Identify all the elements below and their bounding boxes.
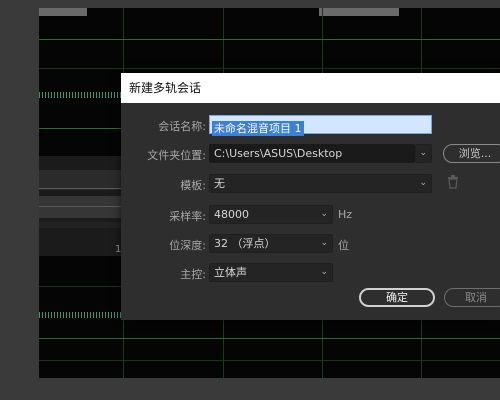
chevron-down-icon: ⌄	[419, 148, 427, 158]
bit-depth-unit: 位	[338, 239, 349, 252]
new-multitrack-session-dialog: 新建多轨会话 会话名称: 未命名混音项目 1 文件夹位置: C:\Users\A…	[121, 73, 500, 320]
bit-depth-label: 位深度:	[169, 239, 206, 252]
sample-rate-unit: Hz	[338, 208, 353, 221]
session-name-label: 会话名称:	[158, 120, 206, 133]
trash-icon[interactable]	[447, 175, 459, 189]
bit-depth-value: 32 （浮点）	[214, 237, 276, 250]
status-bar	[0, 378, 500, 400]
sample-rate-select[interactable]: 48000 ⌄	[209, 205, 333, 224]
template-label: 模板:	[180, 179, 206, 192]
master-label: 主控:	[180, 268, 206, 281]
chevron-down-icon: ⌄	[320, 209, 328, 219]
master-select[interactable]: 立体声 ⌄	[209, 263, 333, 282]
template-value: 无	[214, 177, 225, 190]
sample-rate-label: 采样率:	[169, 210, 206, 223]
cancel-button[interactable]: 取消	[444, 288, 500, 307]
ok-button[interactable]: 确定	[359, 288, 435, 307]
bit-depth-select[interactable]: 32 （浮点） ⌄	[209, 234, 333, 253]
session-name-value: 未命名混音项目 1	[212, 121, 304, 136]
browse-button[interactable]: 浏览...	[443, 144, 500, 163]
folder-dropdown[interactable]: ⌄	[415, 144, 432, 163]
dialog-title: 新建多轨会话	[121, 73, 500, 103]
template-select[interactable]: 无 ⌄	[209, 174, 432, 193]
session-name-input[interactable]: 未命名混音项目 1	[209, 115, 432, 136]
chevron-down-icon: ⌄	[320, 267, 328, 277]
chevron-down-icon: ⌄	[419, 178, 427, 188]
folder-location-field[interactable]: C:\Users\ASUS\Desktop	[209, 144, 415, 163]
panel-tab	[319, 8, 399, 16]
folder-location-value: C:\Users\ASUS\Desktop	[214, 147, 343, 160]
chevron-down-icon: ⌄	[320, 238, 328, 248]
master-value: 立体声	[214, 266, 247, 279]
panel-tab	[39, 8, 87, 16]
sample-rate-value: 48000	[214, 208, 249, 221]
folder-location-label: 文件夹位置:	[147, 149, 206, 162]
